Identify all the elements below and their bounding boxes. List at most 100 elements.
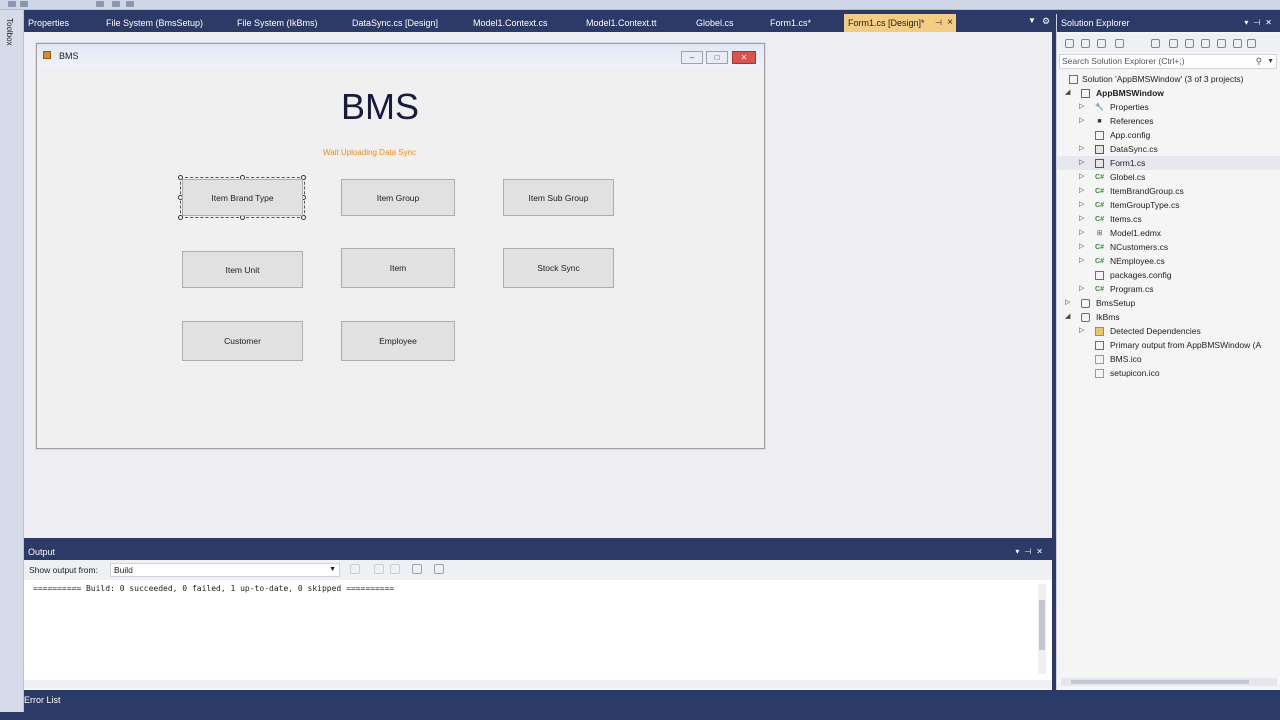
next-message-icon[interactable]: [390, 564, 400, 574]
back-icon[interactable]: [1065, 39, 1074, 48]
tree-item-detected-dependencies[interactable]: ▷ Detected Dependencies: [1057, 324, 1280, 338]
switch-view-icon[interactable]: [1115, 39, 1124, 48]
code-view-icon[interactable]: [1247, 39, 1256, 48]
horizontal-scrollbar[interactable]: [24, 680, 1052, 688]
item-button[interactable]: Item: [341, 248, 455, 288]
refresh-icon[interactable]: [1185, 39, 1194, 48]
tab-dropdown-icon[interactable]: ▼: [1028, 16, 1036, 25]
expand-arrow-icon[interactable]: ▷: [1079, 226, 1084, 240]
tree-item-app-config[interactable]: App.config: [1057, 128, 1280, 142]
tab-file-system-bmssetup[interactable]: File System (BmsSetup): [102, 14, 230, 32]
pending-changes-icon[interactable]: [1151, 39, 1160, 48]
tree-item-model1-edmx[interactable]: ▷ ⊞ Model1.edmx: [1057, 226, 1280, 240]
tree-item-program[interactable]: ▷ C# Program.cs: [1057, 282, 1280, 296]
designer-surface[interactable]: BMS – □ ✕ BMS Wait Uploading Data Sync I…: [24, 32, 1052, 538]
expand-arrow-icon[interactable]: ▷: [1079, 240, 1084, 254]
toolbar-button[interactable]: [8, 1, 16, 7]
scrollbar-thumb[interactable]: [1039, 600, 1045, 650]
tab-error-list[interactable]: Error List: [24, 692, 84, 708]
close-icon[interactable]: ×: [947, 14, 953, 32]
sync-icon[interactable]: [1169, 39, 1178, 48]
pin-icon[interactable]: ⊣: [935, 14, 942, 32]
clear-all-icon[interactable]: [412, 564, 422, 574]
tree-item-bms-ico[interactable]: BMS.ico: [1057, 352, 1280, 366]
properties-icon[interactable]: [1233, 39, 1242, 48]
output-text[interactable]: ========== Build: 0 succeeded, 0 failed,…: [24, 580, 1052, 680]
scrollbar-thumb[interactable]: [1071, 680, 1249, 684]
horizontal-scrollbar[interactable]: [1061, 678, 1277, 686]
output-source-select[interactable]: Build ▼: [110, 563, 340, 577]
tab-properties[interactable]: Properties: [24, 14, 100, 32]
solution-search-input[interactable]: Search Solution Explorer (Ctrl+;) ⚲ ▼: [1059, 54, 1277, 69]
vertical-scrollbar[interactable]: [1038, 584, 1046, 674]
tree-item-ikbms[interactable]: ◢ IkBms: [1057, 310, 1280, 324]
tab-form1-design[interactable]: Form1.cs [Design]* ⊣ ×: [844, 14, 956, 32]
form-window[interactable]: BMS – □ ✕ BMS Wait Uploading Data Sync I…: [36, 43, 765, 449]
collapse-all-icon[interactable]: [1201, 39, 1210, 48]
tab-globel-cs[interactable]: Globel.cs: [692, 14, 764, 32]
pin-icon[interactable]: ⊣: [1253, 18, 1265, 27]
tree-item-packages-config[interactable]: packages.config: [1057, 268, 1280, 282]
tree-item-globel[interactable]: ▷ C# Globel.cs: [1057, 170, 1280, 184]
tree-item-solution[interactable]: Solution 'AppBMSWindow' (3 of 3 projects…: [1057, 72, 1280, 86]
toolbox-strip[interactable]: Toolbox: [0, 10, 24, 720]
toolbar-button[interactable]: [126, 1, 134, 7]
close-icon[interactable]: ✕: [1265, 18, 1277, 27]
tree-item-primary-output[interactable]: Primary output from AppBMSWindow (A: [1057, 338, 1280, 352]
expand-arrow-icon[interactable]: ▷: [1079, 282, 1084, 296]
expand-arrow-icon[interactable]: ▷: [1079, 184, 1084, 198]
gear-icon[interactable]: ⚙: [1042, 16, 1050, 27]
toolbar-button[interactable]: [96, 1, 104, 7]
solution-explorer-header[interactable]: Solution Explorer ▾⊣✕: [1057, 14, 1280, 32]
show-all-files-icon[interactable]: [1217, 39, 1226, 48]
tab-model1-context-cs[interactable]: Model1.Context.cs: [469, 14, 579, 32]
tree-item-itemgrouptype[interactable]: ▷ C# ItemGroupType.cs: [1057, 198, 1280, 212]
collapse-arrow-icon[interactable]: ◢: [1065, 86, 1070, 100]
toolbar-button[interactable]: [112, 1, 120, 7]
maximize-icon[interactable]: □: [706, 51, 728, 64]
tree-item-datasync[interactable]: ▷ DataSync.cs: [1057, 142, 1280, 156]
word-wrap-icon[interactable]: [434, 564, 444, 574]
chevron-down-icon[interactable]: ▼: [1267, 55, 1274, 68]
previous-message-icon[interactable]: [374, 564, 384, 574]
find-message-icon[interactable]: [350, 564, 360, 574]
customer-button[interactable]: Customer: [182, 321, 303, 361]
expand-arrow-icon[interactable]: ▷: [1079, 114, 1084, 128]
collapse-arrow-icon[interactable]: ◢: [1065, 310, 1070, 324]
tree-item-itembrandgroup[interactable]: ▷ C# ItemBrandGroup.cs: [1057, 184, 1280, 198]
close-icon[interactable]: ✕: [732, 51, 756, 64]
expand-arrow-icon[interactable]: ▷: [1079, 212, 1084, 226]
item-group-button[interactable]: Item Group: [341, 179, 455, 216]
expand-arrow-icon[interactable]: ▷: [1079, 156, 1084, 170]
form-title-bar[interactable]: BMS – □ ✕: [37, 44, 764, 68]
item-brand-type-button[interactable]: Item Brand Type: [182, 179, 303, 216]
search-icon[interactable]: ⚲: [1256, 55, 1262, 68]
minimize-icon[interactable]: –: [681, 51, 703, 64]
tab-model1-context-tt[interactable]: Model1.Context.tt: [582, 14, 690, 32]
tree-item-bmssetup[interactable]: ▷ BmsSetup: [1057, 296, 1280, 310]
expand-arrow-icon[interactable]: ▷: [1065, 296, 1070, 310]
output-header[interactable]: Output ▾⊣✕: [24, 544, 1052, 560]
tree-item-nemployee[interactable]: ▷ C# NEmployee.cs: [1057, 254, 1280, 268]
item-sub-group-button[interactable]: Item Sub Group: [503, 179, 614, 216]
expand-arrow-icon[interactable]: ▷: [1079, 324, 1084, 338]
tree-item-references[interactable]: ▷ ■ References: [1057, 114, 1280, 128]
expand-arrow-icon[interactable]: ▷: [1079, 170, 1084, 184]
expand-arrow-icon[interactable]: ▷: [1079, 100, 1084, 114]
tree-item-properties[interactable]: ▷ 🔧 Properties: [1057, 100, 1280, 114]
tab-datasync-design[interactable]: DataSync.cs [Design]: [348, 14, 466, 32]
expand-arrow-icon[interactable]: ▷: [1079, 142, 1084, 156]
tree-item-form1[interactable]: ▷ Form1.cs: [1057, 156, 1280, 170]
forward-icon[interactable]: [1081, 39, 1090, 48]
item-unit-button[interactable]: Item Unit: [182, 251, 303, 288]
expand-arrow-icon[interactable]: ▷: [1079, 198, 1084, 212]
dropdown-icon[interactable]: ▾: [1244, 18, 1253, 27]
close-icon[interactable]: ✕: [1036, 547, 1048, 556]
pin-icon[interactable]: ⊣: [1024, 547, 1036, 556]
tree-item-setupicon-ico[interactable]: setupicon.ico: [1057, 366, 1280, 380]
expand-arrow-icon[interactable]: ▷: [1079, 254, 1084, 268]
tab-form1-cs[interactable]: Form1.cs*: [766, 14, 842, 32]
toolbar-button[interactable]: [20, 1, 28, 7]
employee-button[interactable]: Employee: [341, 321, 455, 361]
tree-item-project[interactable]: ◢ AppBMSWindow: [1057, 86, 1280, 100]
